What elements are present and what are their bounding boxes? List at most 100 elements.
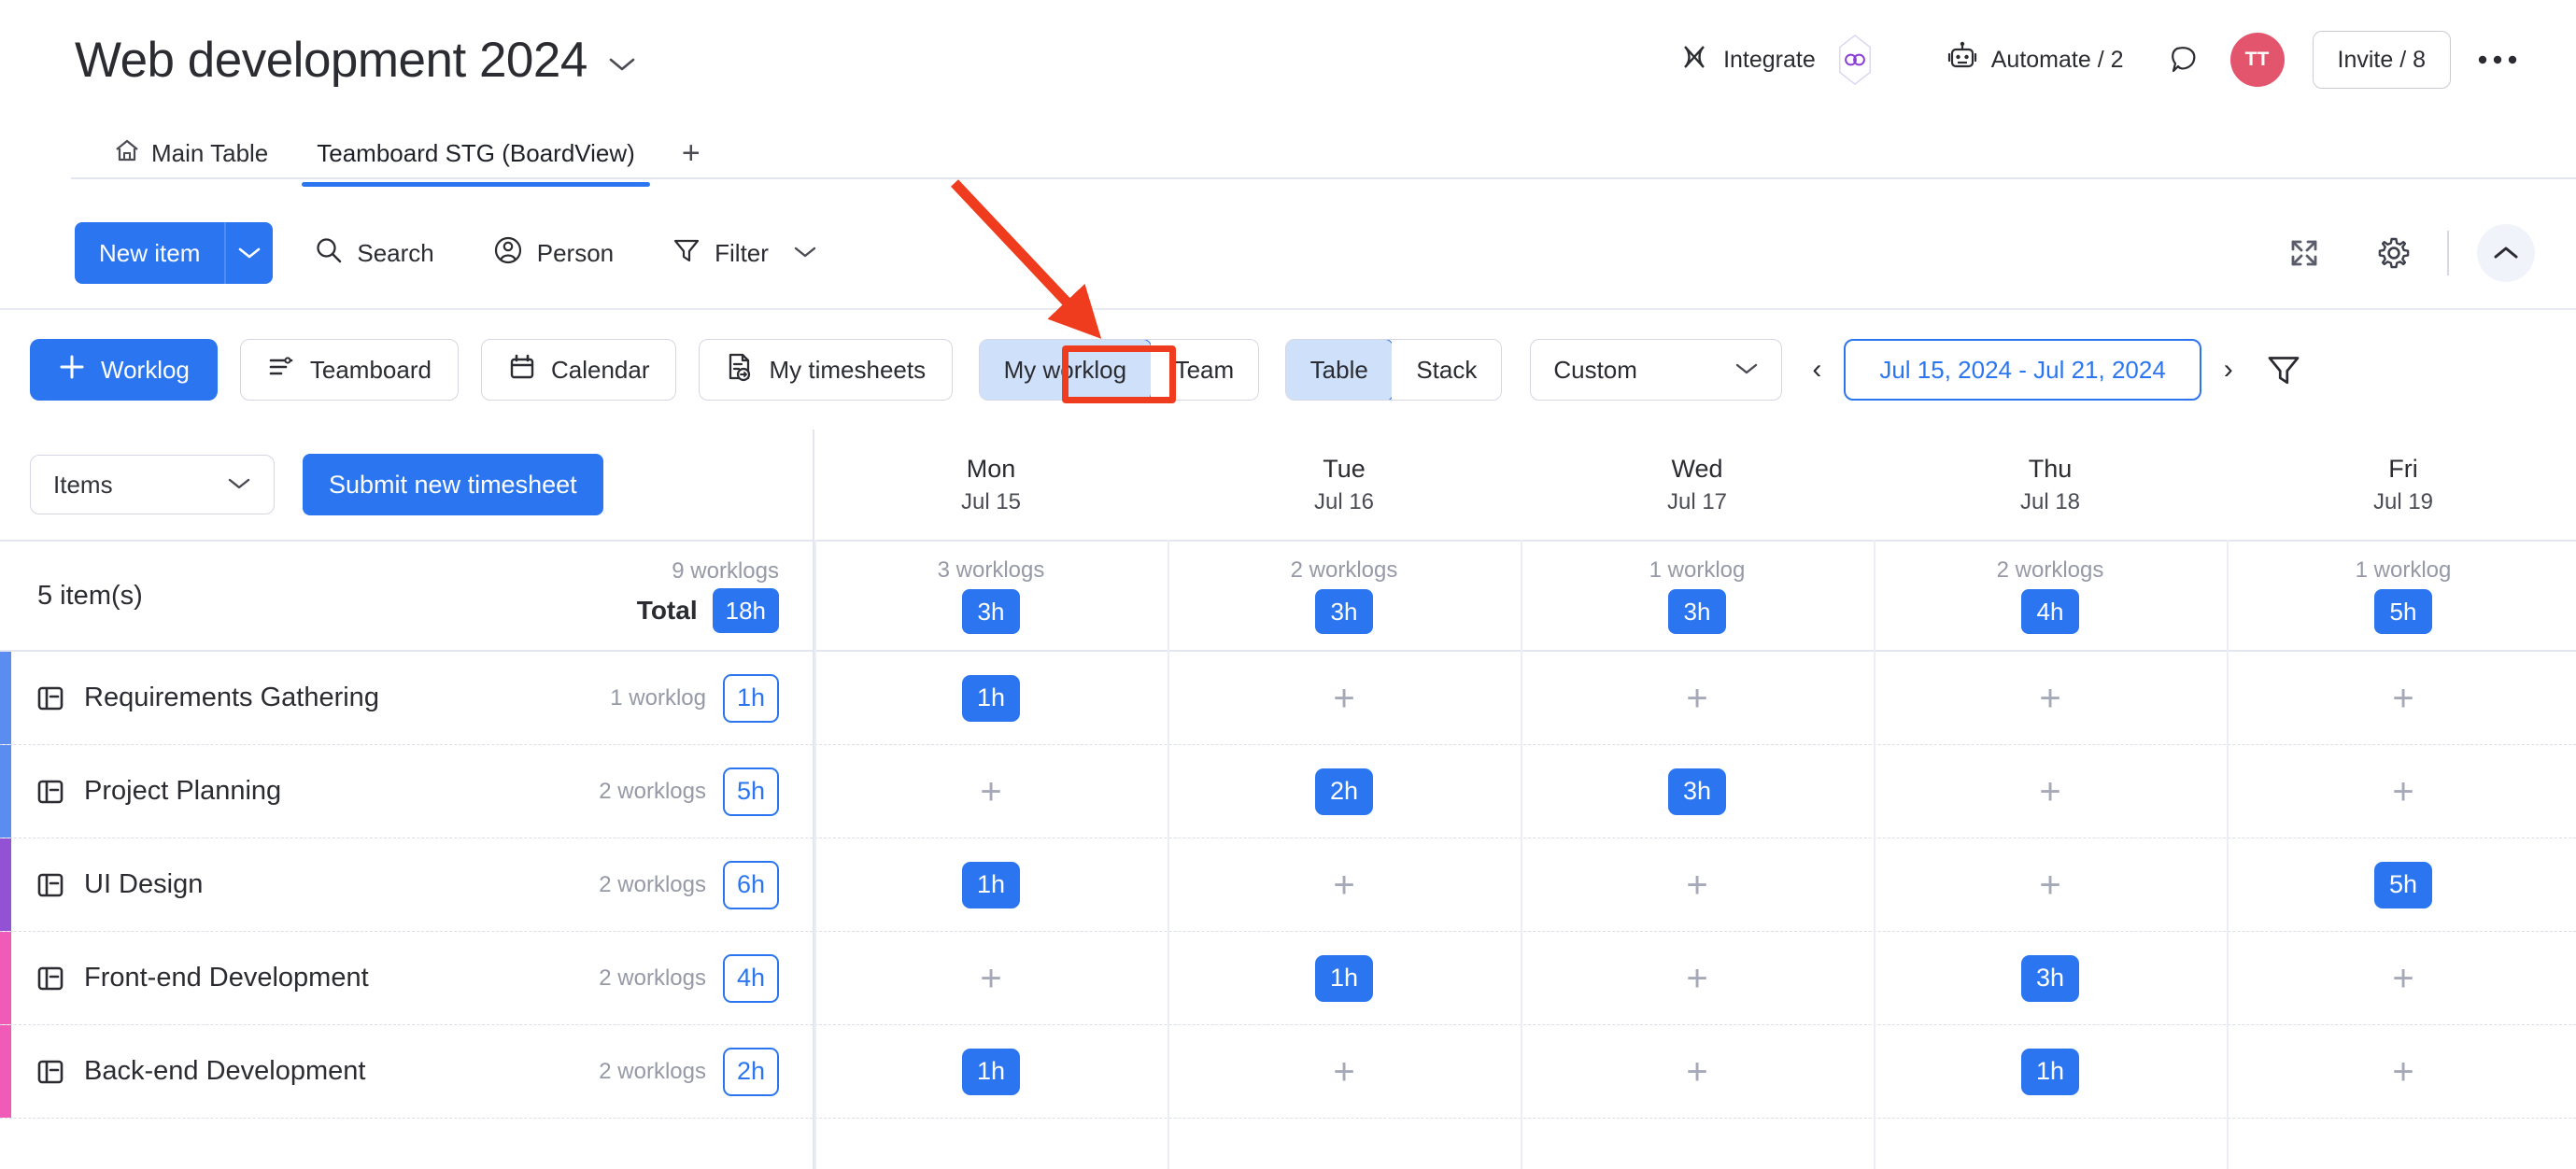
worklog-cell-filled[interactable]: 1h bbox=[1874, 1025, 2227, 1118]
filter-button[interactable]: Filter bbox=[655, 222, 834, 284]
table-row[interactable]: Requirements Gathering 1 worklog 1h bbox=[0, 652, 813, 745]
items-dropdown[interactable]: Items bbox=[30, 455, 275, 514]
table-row[interactable]: Back-end Development 2 worklogs 2h bbox=[0, 1025, 813, 1119]
page-title: Web development 2024 bbox=[75, 35, 636, 85]
cell-hours-chip[interactable]: 1h bbox=[2021, 1048, 2079, 1095]
worklog-filter-button[interactable] bbox=[2265, 351, 2302, 388]
chevron-down-icon[interactable] bbox=[608, 50, 636, 78]
person-filter-button[interactable]: Person bbox=[475, 222, 630, 284]
worklog-cell-empty[interactable]: + bbox=[1521, 1025, 1874, 1118]
cell-hours-chip[interactable]: 2h bbox=[1315, 768, 1373, 815]
add-worklog-plus-icon[interactable]: + bbox=[1686, 680, 1707, 717]
add-worklog-plus-icon[interactable]: + bbox=[2039, 680, 2060, 717]
row-worklog-count: 1 worklog bbox=[610, 684, 706, 711]
worklog-cell-empty[interactable]: + bbox=[1168, 652, 1521, 744]
integrate-button[interactable]: Integrate bbox=[1662, 31, 1889, 89]
next-range-button[interactable]: › bbox=[2207, 354, 2250, 386]
add-worklog-plus-icon[interactable]: + bbox=[1333, 1053, 1354, 1091]
add-worklog-plus-icon[interactable]: + bbox=[1333, 680, 1354, 717]
summary-worklogs: 9 worklogs bbox=[672, 558, 779, 584]
chevron-down-icon[interactable] bbox=[793, 241, 817, 265]
segment-stack[interactable]: Stack bbox=[1392, 340, 1502, 400]
worklog-cell-filled[interactable]: 2h bbox=[1168, 745, 1521, 838]
worklog-cell-empty[interactable]: + bbox=[1521, 932, 1874, 1024]
worklog-cell-empty[interactable]: + bbox=[1168, 1025, 1521, 1118]
add-worklog-plus-icon[interactable]: + bbox=[980, 960, 1001, 997]
add-worklog-plus-icon[interactable]: + bbox=[2392, 960, 2413, 997]
gear-icon bbox=[2378, 237, 2410, 269]
search-button[interactable]: Search bbox=[297, 222, 450, 284]
row-hours-chip[interactable]: 6h bbox=[723, 860, 779, 909]
calendar-button[interactable]: Calendar bbox=[480, 339, 677, 401]
add-worklog-plus-icon[interactable]: + bbox=[2039, 773, 2060, 810]
worklog-cell-empty[interactable]: + bbox=[2227, 652, 2576, 744]
submit-new-timesheet-button[interactable]: Submit new timesheet bbox=[303, 454, 603, 515]
worklog-cell-filled[interactable]: 1h bbox=[814, 652, 1168, 744]
collapse-button[interactable] bbox=[2477, 224, 2535, 282]
add-worklog-plus-icon[interactable]: + bbox=[2392, 1053, 2413, 1091]
add-worklog-plus-icon[interactable]: + bbox=[1686, 960, 1707, 997]
add-worklog-plus-icon[interactable]: + bbox=[1333, 866, 1354, 904]
prev-range-button[interactable]: ‹ bbox=[1795, 354, 1838, 386]
new-item-button[interactable]: New item bbox=[75, 222, 274, 284]
add-worklog-plus-icon[interactable]: + bbox=[980, 773, 1001, 810]
worklog-cell-filled[interactable]: 1h bbox=[814, 838, 1168, 931]
row-hours-chip[interactable]: 5h bbox=[723, 767, 779, 816]
cell-hours-chip[interactable]: 3h bbox=[1668, 768, 1726, 815]
calendar-label: Calendar bbox=[550, 355, 650, 384]
worklog-cell-empty[interactable]: + bbox=[1521, 838, 1874, 931]
worklog-cell-empty[interactable]: + bbox=[1874, 652, 2227, 744]
worklog-cell-filled[interactable]: 5h bbox=[2227, 838, 2576, 931]
worklog-cell-filled[interactable]: 1h bbox=[814, 1025, 1168, 1118]
day-total-chip: 3h bbox=[962, 589, 1020, 634]
worklog-cell-empty[interactable]: + bbox=[2227, 745, 2576, 838]
table-row[interactable]: UI Design 2 worklogs 6h bbox=[0, 838, 813, 932]
automate-button[interactable]: Automate / 2 bbox=[1930, 31, 2141, 89]
add-worklog-plus-icon[interactable]: + bbox=[1686, 1053, 1707, 1091]
invite-button[interactable]: Invite / 8 bbox=[2312, 31, 2451, 89]
segment-table[interactable]: Table bbox=[1286, 340, 1394, 400]
comment-button[interactable] bbox=[2156, 31, 2214, 89]
avatar[interactable]: TT bbox=[2229, 33, 2285, 87]
range-preset-dropdown[interactable]: Custom bbox=[1530, 339, 1783, 401]
settings-button[interactable] bbox=[2365, 224, 2423, 282]
worklog-cell-filled[interactable]: 1h bbox=[1168, 932, 1521, 1024]
add-worklog-plus-icon[interactable]: + bbox=[1686, 866, 1707, 904]
cell-hours-chip[interactable]: 1h bbox=[1315, 954, 1373, 1002]
day-column-header: Tue Jul 16 bbox=[1168, 430, 1521, 540]
worklog-cell-empty[interactable]: + bbox=[814, 745, 1168, 838]
expand-button[interactable] bbox=[2275, 224, 2333, 282]
row-hours-chip[interactable]: 4h bbox=[723, 953, 779, 1003]
row-hours-chip[interactable]: 2h bbox=[723, 1047, 779, 1096]
cell-hours-chip[interactable]: 1h bbox=[962, 1048, 1020, 1095]
worklog-cell-filled[interactable]: 3h bbox=[1521, 745, 1874, 838]
cell-hours-chip[interactable]: 3h bbox=[2021, 954, 2079, 1002]
add-worklog-plus-icon[interactable]: + bbox=[2039, 866, 2060, 904]
worklog-cell-empty[interactable]: + bbox=[2227, 1025, 2576, 1118]
table-row[interactable]: Front-end Development 2 worklogs 4h bbox=[0, 932, 813, 1025]
date-range-button[interactable]: Jul 15, 2024 - Jul 21, 2024 bbox=[1844, 339, 2201, 401]
more-options-button[interactable] bbox=[2471, 34, 2524, 86]
worklog-cell-filled[interactable]: 3h bbox=[1874, 932, 2227, 1024]
worklog-cell-empty[interactable]: + bbox=[1168, 838, 1521, 931]
day-total-cell: 1 worklog 5h bbox=[2227, 542, 2576, 650]
add-worklog-button[interactable]: Worklog bbox=[30, 339, 218, 401]
chevron-down-icon[interactable] bbox=[226, 222, 273, 284]
table-row[interactable]: Project Planning 2 worklogs 5h bbox=[0, 745, 813, 838]
cell-hours-chip[interactable]: 1h bbox=[962, 861, 1020, 908]
my-timesheets-button[interactable]: My timesheets bbox=[699, 339, 954, 401]
add-worklog-plus-icon[interactable]: + bbox=[2392, 773, 2413, 810]
cell-hours-chip[interactable]: 1h bbox=[962, 674, 1020, 722]
add-worklog-plus-icon[interactable]: + bbox=[2392, 680, 2413, 717]
worklog-cell-empty[interactable]: + bbox=[2227, 932, 2576, 1024]
cell-hours-chip[interactable]: 5h bbox=[2374, 861, 2432, 908]
row-color-bar bbox=[0, 932, 11, 1024]
row-hours-chip[interactable]: 1h bbox=[723, 673, 779, 723]
teamboard-button[interactable]: Teamboard bbox=[239, 339, 459, 401]
worklog-cell-empty[interactable]: + bbox=[1874, 745, 2227, 838]
day-total-cell: 3 worklogs 3h bbox=[814, 542, 1168, 650]
worklog-cell-empty[interactable]: + bbox=[1521, 652, 1874, 744]
worklog-cell-empty[interactable]: + bbox=[814, 932, 1168, 1024]
grid-line bbox=[1874, 540, 1875, 1169]
worklog-cell-empty[interactable]: + bbox=[1874, 838, 2227, 931]
